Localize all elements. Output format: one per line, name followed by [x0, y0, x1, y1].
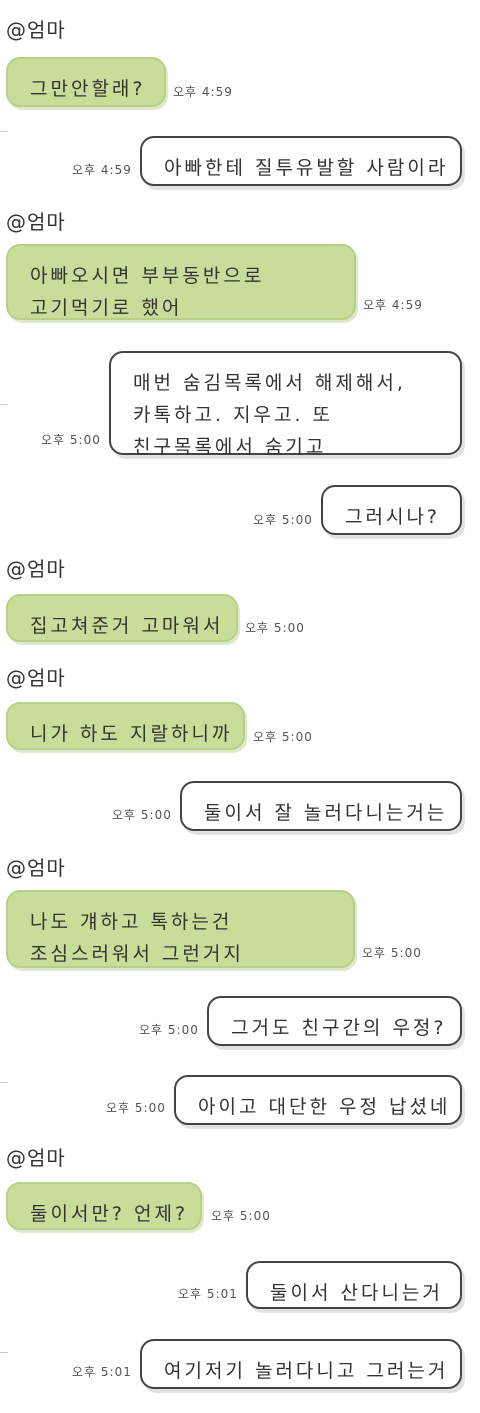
- message-line: 여기저기 놀러다니고 그러는거: [164, 1360, 449, 1382]
- divider: [0, 404, 8, 405]
- message-line: 니가 하도 지랄하니까: [30, 723, 233, 745]
- message-line: 나도 걔하고 톡하는건: [30, 911, 233, 933]
- message-bubble-outgoing[interactable]: 아빠한테 질투유발할 사람이라: [140, 136, 462, 186]
- sender-name: @엄마: [6, 210, 66, 234]
- sender-name: @엄마: [6, 1146, 66, 1170]
- message-bubble-incoming[interactable]: 나도 걔하고 톡하는건 조심스러워서 그런거지: [6, 890, 355, 968]
- message-bubble-outgoing[interactable]: 둘이서 잘 놀러다니는거는: [180, 781, 462, 831]
- message-bubble-incoming[interactable]: 둘이서만? 언제?: [6, 1182, 202, 1230]
- message-line: 둘이서 산다니는거: [270, 1282, 443, 1304]
- message-bubble-incoming[interactable]: 집고쳐준거 고마워서: [6, 594, 238, 642]
- sender-name: @엄마: [6, 856, 66, 880]
- message-time: 오후 5:00: [253, 730, 313, 744]
- message-line: 그만안할래?: [30, 78, 146, 100]
- message-line: 그러시나?: [345, 506, 441, 528]
- message-time: 오후 4:59: [363, 298, 423, 312]
- message-line: 아이고 대단한 우정 납셨네: [198, 1096, 451, 1118]
- message-time: 오후 5:00: [139, 1023, 199, 1037]
- message-bubble-outgoing[interactable]: 매번 숨김목록에서 해제해서, 카톡하고. 지우고. 또 친구목록에서 숨기고: [109, 351, 462, 458]
- message-line: 매번 숨김목록에서 해제해서,: [133, 372, 406, 394]
- message-line: 친구목록에서 숨기고: [133, 436, 327, 458]
- message-line: 아빠오시면 부부동반으로: [30, 265, 265, 287]
- sender-name: @엄마: [6, 557, 66, 581]
- message-bubble-incoming[interactable]: 아빠오시면 부부동반으로 고기먹기로 했어: [6, 244, 356, 320]
- divider: [0, 1082, 8, 1083]
- message-time: 오후 5:00: [362, 946, 422, 960]
- message-time: 오후 5:00: [245, 621, 305, 635]
- divider: [0, 1352, 8, 1353]
- message-line: 조심스러워서 그런거지: [30, 943, 244, 965]
- message-time: 오후 5:01: [178, 1287, 238, 1301]
- message-line: 카톡하고. 지우고. 또: [133, 404, 333, 426]
- message-bubble-outgoing[interactable]: 그러시나?: [321, 485, 462, 535]
- message-bubble-outgoing[interactable]: 아이고 대단한 우정 납셨네: [174, 1075, 462, 1125]
- message-line: 둘이서만? 언제?: [30, 1203, 189, 1225]
- message-time: 오후 4:59: [173, 85, 233, 99]
- sender-name: @엄마: [6, 666, 66, 690]
- divider: [0, 131, 8, 132]
- message-line: 아빠한테 질투유발할 사람이라: [164, 157, 449, 179]
- message-time: 오후 5:00: [41, 433, 101, 447]
- message-time: 오후 5:00: [253, 513, 313, 527]
- message-time: 오후 5:00: [112, 808, 172, 822]
- message-time: 오후 4:59: [72, 163, 132, 177]
- message-line: 둘이서 잘 놀러다니는거는: [204, 802, 448, 824]
- message-bubble-incoming[interactable]: 니가 하도 지랄하니까: [6, 702, 245, 750]
- message-line: 집고쳐준거 고마워서: [30, 615, 224, 637]
- message-time: 오후 5:00: [211, 1209, 271, 1223]
- message-bubble-outgoing[interactable]: 여기저기 놀러다니고 그러는거: [140, 1339, 462, 1389]
- message-bubble-outgoing[interactable]: 둘이서 산다니는거: [246, 1261, 462, 1309]
- sender-name: @엄마: [6, 18, 66, 42]
- message-bubble-incoming[interactable]: 그만안할래?: [6, 57, 166, 107]
- message-line: 고기먹기로 했어: [30, 297, 183, 319]
- message-bubble-outgoing[interactable]: 그거도 친구간의 우정?: [207, 996, 462, 1046]
- message-time: 오후 5:01: [72, 1365, 132, 1379]
- message-line: 그거도 친구간의 우정?: [231, 1017, 447, 1039]
- message-time: 오후 5:00: [106, 1101, 166, 1115]
